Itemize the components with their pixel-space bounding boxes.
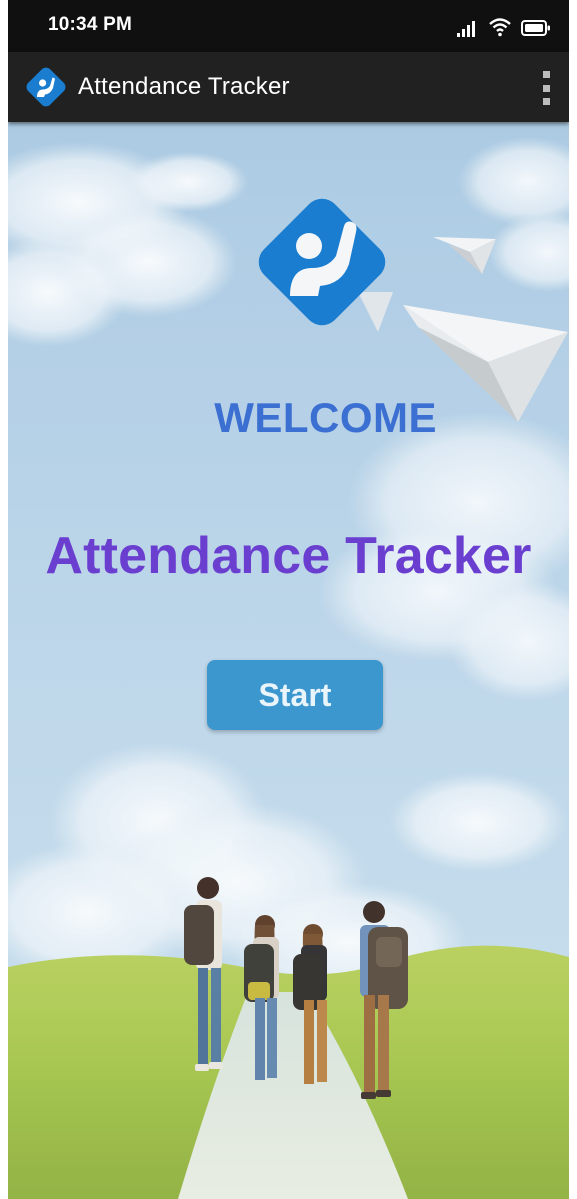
menu-dot <box>542 84 550 92</box>
app-screen: 10:34 PM Attendance Tracker WELCOME Atte… <box>8 0 569 1199</box>
menu-dot <box>542 98 550 105</box>
menu-dot <box>542 71 550 78</box>
app-bar-title: Attendance Tracker <box>78 73 290 100</box>
wifi-icon <box>489 18 511 37</box>
start-button[interactable]: Start <box>207 660 383 730</box>
welcome-screen: WELCOME Attendance Tracker Start <box>8 122 569 1199</box>
battery-icon <box>521 20 550 36</box>
app-bar: Attendance Tracker <box>8 52 569 122</box>
status-time: 10:34 PM <box>48 14 132 35</box>
welcome-heading: WELCOME <box>214 394 437 441</box>
app-title-heading: Attendance Tracker <box>45 527 532 585</box>
app-logo-icon <box>258 198 386 326</box>
overflow-menu-button[interactable] <box>539 71 553 105</box>
raised-hand-person-icon <box>26 67 66 107</box>
status-icons <box>457 15 551 37</box>
status-bar: 10:34 PM <box>8 0 569 52</box>
signal-icon <box>457 21 475 37</box>
